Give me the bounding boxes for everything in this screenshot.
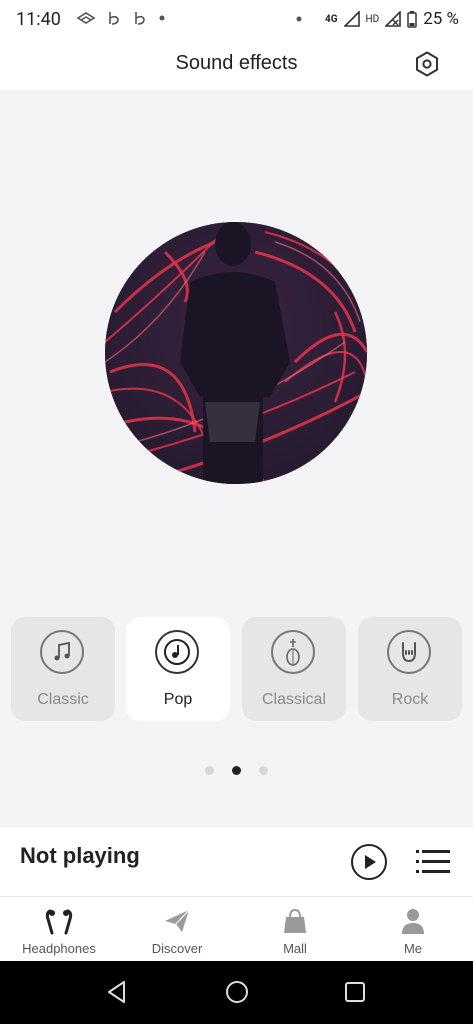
effect-label: Classical (261, 691, 326, 708)
shopping-bag-icon (284, 908, 306, 933)
lute-icon (286, 639, 300, 666)
app-b-icon (109, 12, 119, 25)
effect-icon-ring (155, 630, 199, 674)
earbuds-icon (45, 909, 73, 935)
app-header: Sound effects (0, 38, 473, 90)
settings-hexagon-icon[interactable] (413, 50, 441, 78)
pager-dots (0, 766, 473, 775)
effect-label: Rock (391, 691, 429, 708)
person-icon (402, 909, 424, 934)
tab-me[interactable]: Me (354, 897, 472, 961)
tab-discover[interactable]: Discover (118, 897, 236, 961)
main-content: Classic Pop Classical Rock (0, 90, 473, 826)
playlist-icon[interactable] (416, 849, 450, 875)
effect-icon-ring (40, 630, 84, 674)
player-status: Not playing (20, 843, 140, 868)
mini-player: Not playing (0, 826, 473, 897)
signal-off-icon (385, 11, 402, 27)
sound-effects-carousel: Classic Pop Classical Rock (0, 617, 473, 721)
effect-label: Classic (37, 691, 89, 708)
tab-label: Headphones (22, 941, 96, 956)
vinyl-note-icon (164, 639, 190, 665)
tab-label: Mall (283, 941, 307, 956)
pager-dot[interactable] (205, 766, 214, 775)
system-nav-bar (0, 961, 473, 1024)
home-icon[interactable] (224, 979, 250, 1005)
page-title: Sound effects (175, 52, 298, 74)
pager-dot-active[interactable] (232, 766, 241, 775)
effect-icon-ring (387, 630, 431, 674)
effect-card-pop[interactable]: Pop (126, 617, 230, 721)
album-art-image (105, 222, 367, 484)
tab-mall[interactable]: Mall (236, 897, 354, 961)
network-type: 4G (324, 13, 338, 25)
effect-label: Pop (163, 691, 193, 708)
tab-label: Me (403, 941, 423, 956)
effect-card-rock[interactable]: Rock (358, 617, 462, 721)
music-note-icon (54, 641, 70, 661)
bottom-tab-bar: Headphones Discover Mall Me (0, 896, 473, 962)
battery-percent: 25 % (423, 9, 459, 29)
pager-dot[interactable] (259, 766, 268, 775)
status-bar: 11:40 4G HD 25 % (0, 0, 473, 38)
tab-label: Discover (151, 941, 203, 956)
rock-hand-icon (402, 642, 416, 663)
effect-icon-ring (271, 630, 315, 674)
play-icon (365, 855, 376, 869)
signal-icon (343, 11, 360, 27)
album-art (105, 222, 367, 484)
cast-icon (76, 12, 96, 24)
effect-card-classic[interactable]: Classic (11, 617, 115, 721)
effect-card-classical[interactable]: Classical (242, 617, 346, 721)
tab-headphones[interactable]: Headphones (0, 897, 118, 961)
back-icon[interactable] (104, 979, 130, 1005)
notification-dot-icon-right (296, 16, 302, 22)
status-right-icons: 4G HD 25 % (295, 9, 459, 29)
app-b-icon-2 (135, 12, 145, 25)
battery-icon (407, 11, 417, 28)
hd-indicator: HD (365, 13, 380, 25)
recents-icon[interactable] (342, 979, 368, 1005)
play-button[interactable] (351, 844, 387, 880)
notification-dot-icon (159, 15, 165, 21)
paper-plane-icon (165, 909, 190, 932)
status-left-icons (76, 10, 166, 26)
status-time: 11:40 (16, 9, 61, 30)
